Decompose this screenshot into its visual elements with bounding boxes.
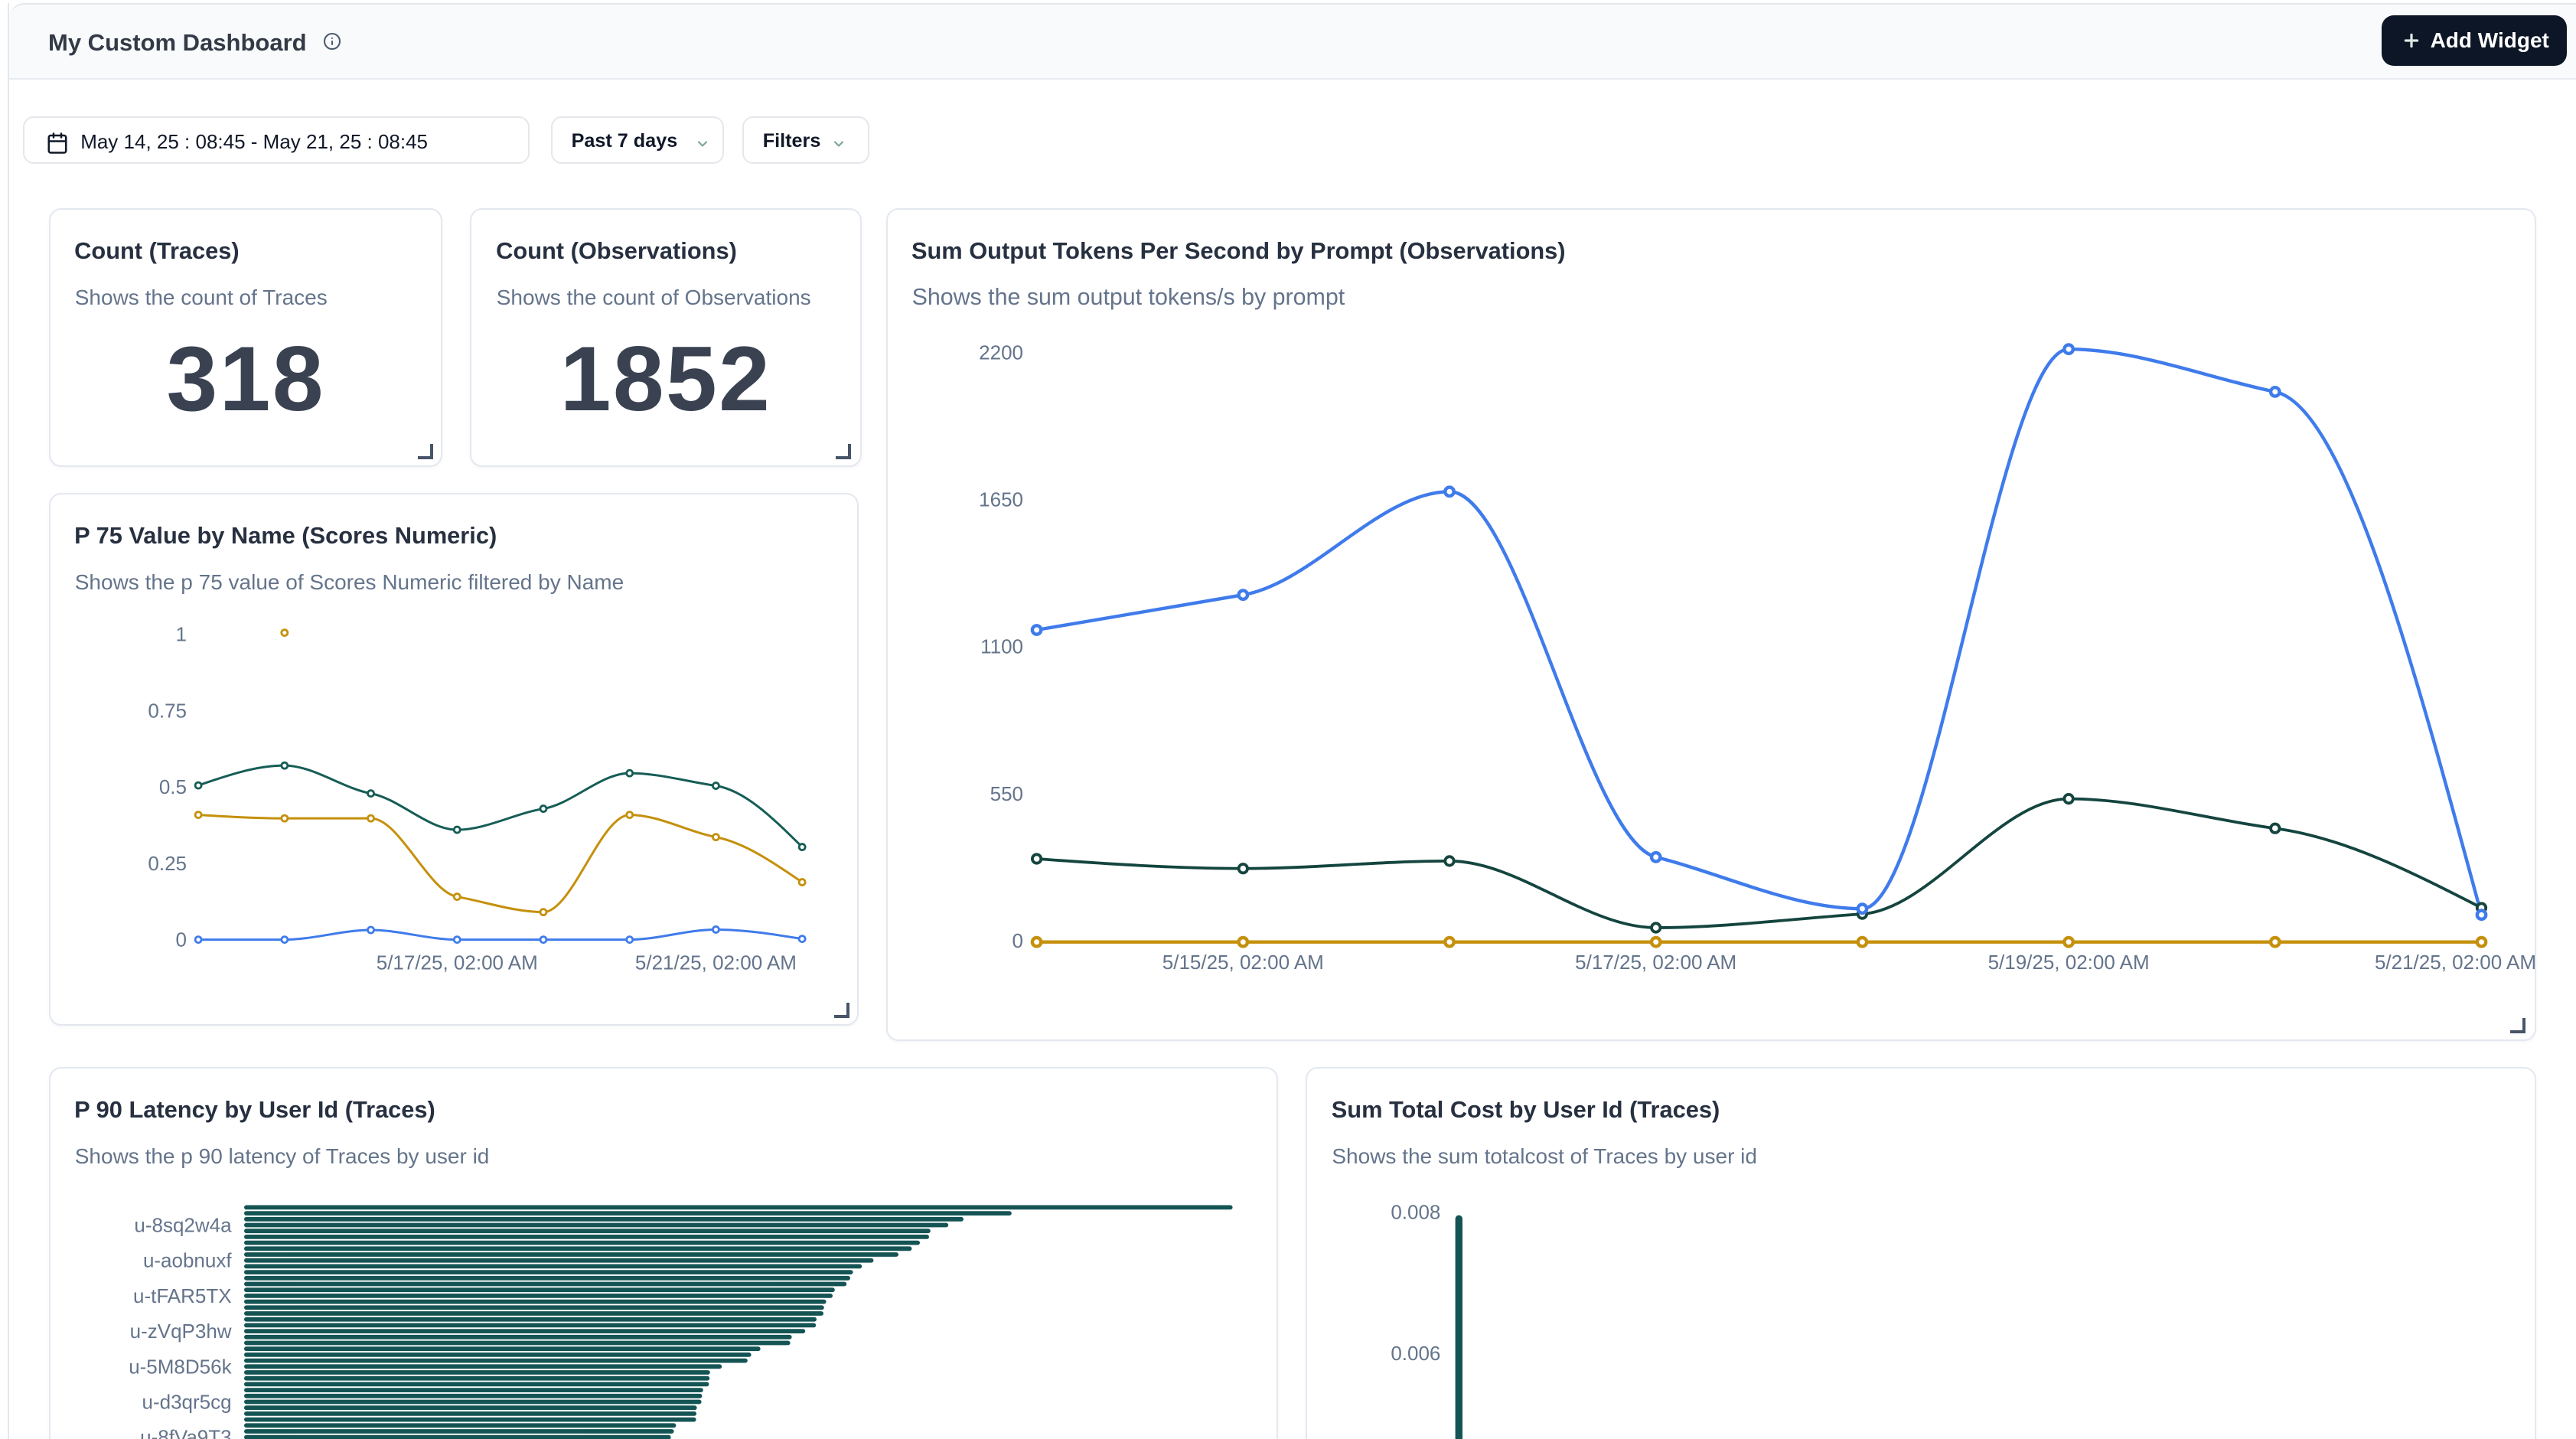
svg-text:5/15/25, 02:00 AM: 5/15/25, 02:00 AM xyxy=(1162,950,1323,973)
svg-text:5/21/25, 02:00 AM: 5/21/25, 02:00 AM xyxy=(2374,950,2535,973)
svg-text:0.5: 0.5 xyxy=(158,775,186,798)
svg-text:5/21/25, 02:00 AM: 5/21/25, 02:00 AM xyxy=(634,951,796,974)
svg-text:u-8fVa9T3: u-8fVa9T3 xyxy=(139,1426,230,1439)
svg-text:1650: 1650 xyxy=(978,488,1022,511)
svg-text:u-5M8D56k: u-5M8D56k xyxy=(129,1356,232,1379)
svg-text:5/19/25, 02:00 AM: 5/19/25, 02:00 AM xyxy=(1987,950,2149,973)
svg-text:u-d3qr5cg: u-d3qr5cg xyxy=(142,1391,231,1414)
svg-text:u-zVqP3hw: u-zVqP3hw xyxy=(129,1320,231,1343)
svg-text:0.25: 0.25 xyxy=(148,852,187,875)
svg-text:1: 1 xyxy=(175,623,186,646)
svg-text:2200: 2200 xyxy=(978,341,1022,364)
svg-text:0.008: 0.008 xyxy=(1391,1201,1440,1224)
svg-text:0.006: 0.006 xyxy=(1391,1343,1440,1366)
svg-text:0: 0 xyxy=(175,928,186,951)
svg-text:0: 0 xyxy=(1012,928,1022,951)
svg-text:u-tFAR5TX: u-tFAR5TX xyxy=(132,1284,231,1307)
svg-text:0.75: 0.75 xyxy=(148,700,187,723)
svg-text:u-aobnuxf: u-aobnuxf xyxy=(142,1249,231,1272)
svg-text:550: 550 xyxy=(990,781,1022,804)
svg-text:5/17/25, 02:00 AM: 5/17/25, 02:00 AM xyxy=(1574,950,1736,973)
svg-text:1100: 1100 xyxy=(980,635,1022,658)
svg-text:u-8sq2w4a: u-8sq2w4a xyxy=(134,1214,232,1237)
svg-text:5/17/25, 02:00 AM: 5/17/25, 02:00 AM xyxy=(376,951,537,974)
